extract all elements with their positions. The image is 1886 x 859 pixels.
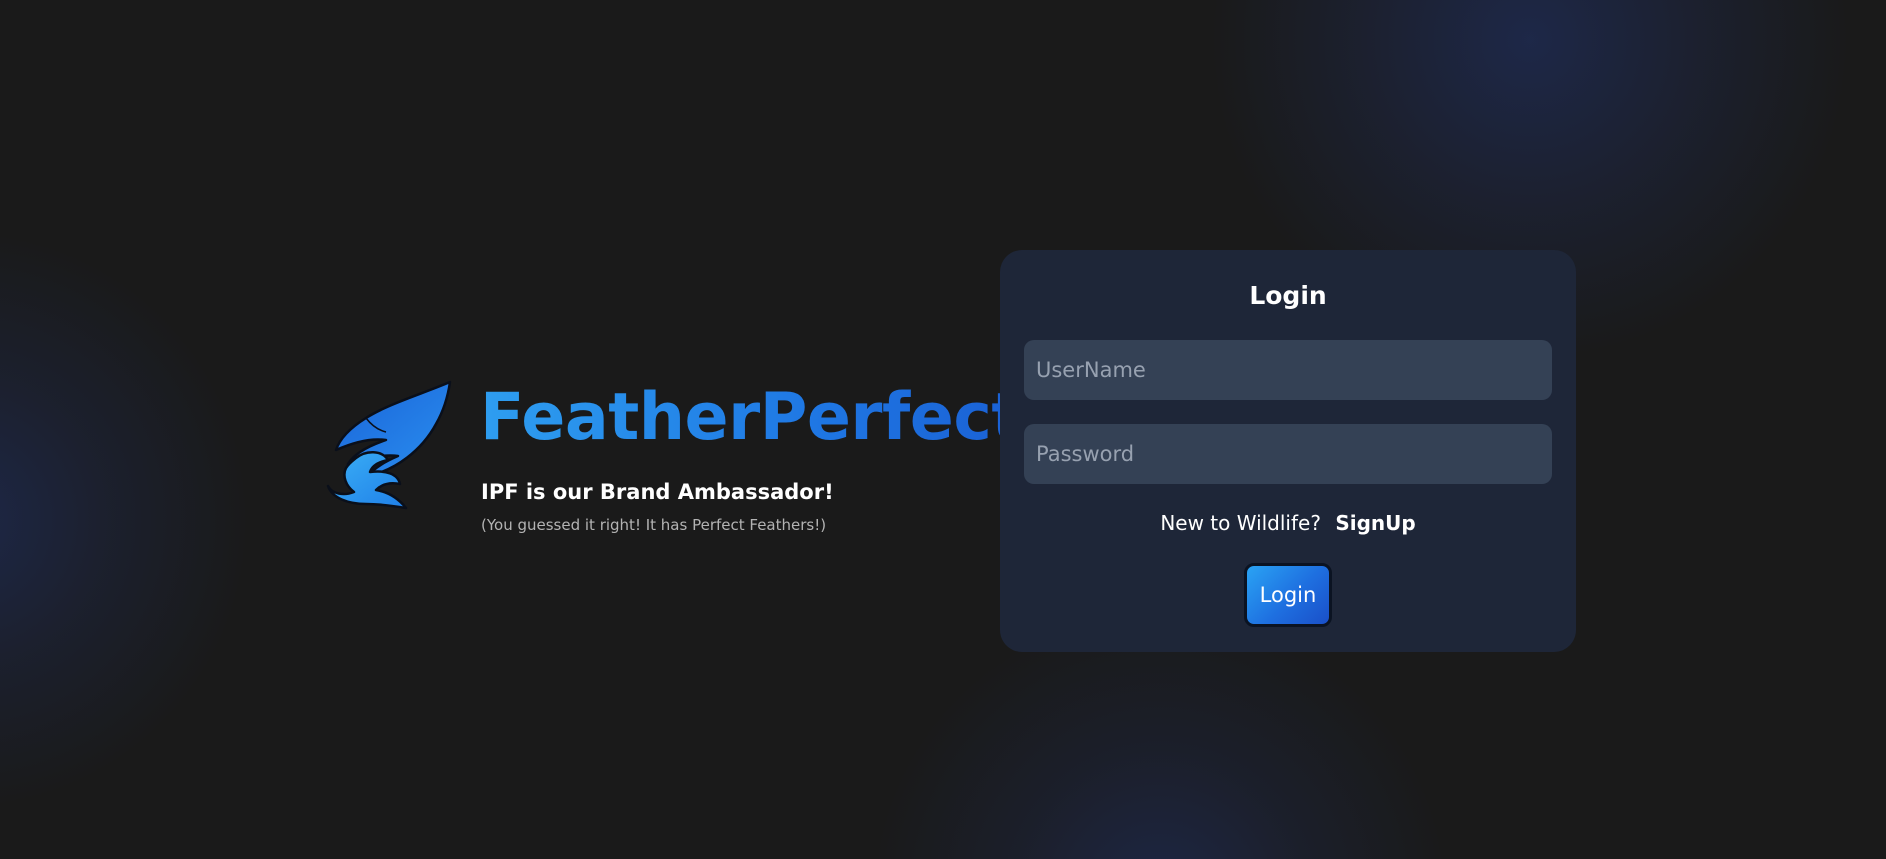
- password-input[interactable]: [1024, 424, 1552, 484]
- login-button[interactable]: Login: [1244, 563, 1332, 627]
- brand-subtagline: (You guessed it right! It has Perfect Fe…: [481, 516, 827, 534]
- signup-link[interactable]: SignUp: [1335, 511, 1415, 535]
- signup-row: New to Wildlife? SignUp: [1000, 510, 1576, 536]
- username-input[interactable]: [1024, 340, 1552, 400]
- brand-name: FeatherPerfect: [480, 376, 1022, 460]
- signup-prompt: New to Wildlife?: [1160, 511, 1321, 535]
- brand-section: FeatherPerfect IPF is our Brand Ambassad…: [326, 380, 1022, 534]
- login-card: Login New to Wildlife? SignUp Login: [1000, 250, 1576, 652]
- brand-tagline: IPF is our Brand Ambassador!: [481, 480, 834, 504]
- phoenix-logo-icon: [326, 380, 452, 522]
- login-title: Login: [1249, 281, 1327, 310]
